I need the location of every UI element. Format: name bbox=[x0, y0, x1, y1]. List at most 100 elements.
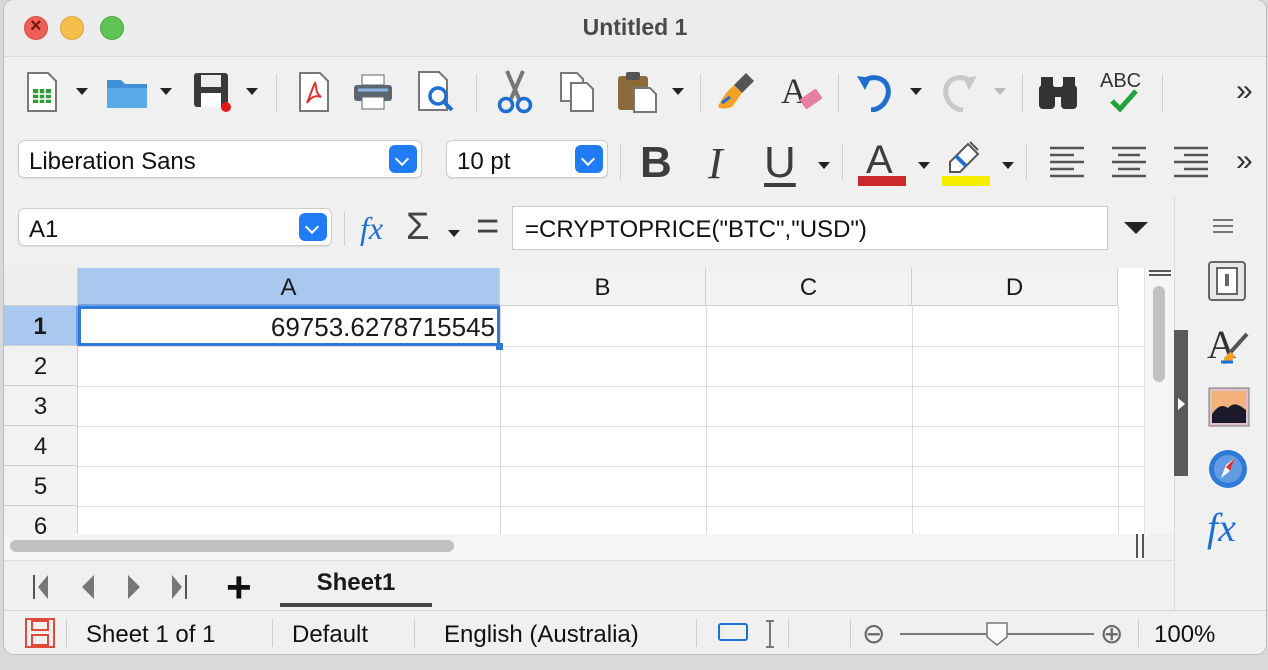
toolbar-overflow-button[interactable]: » bbox=[1236, 74, 1253, 108]
gallery-icon[interactable] bbox=[1207, 386, 1251, 433]
redo-icon[interactable] bbox=[936, 68, 982, 116]
zoom-slider-track[interactable] bbox=[900, 622, 1094, 646]
properties-icon[interactable] bbox=[1207, 260, 1247, 307]
vertical-scrollbar[interactable] bbox=[1144, 268, 1175, 534]
row-header-2[interactable]: 2 bbox=[4, 346, 78, 386]
last-sheet-icon[interactable] bbox=[170, 573, 188, 608]
toolbar-separator bbox=[276, 74, 277, 112]
find-replace-icon[interactable] bbox=[1034, 68, 1082, 116]
clear-formatting-icon[interactable]: A bbox=[778, 68, 824, 116]
chevron-down-icon[interactable] bbox=[299, 213, 327, 241]
row-header-5[interactable]: 5 bbox=[4, 466, 78, 506]
align-center-icon[interactable] bbox=[1110, 146, 1148, 185]
zoom-in-button[interactable]: ⊕ bbox=[1100, 617, 1123, 650]
paste-dropdown-arrow[interactable] bbox=[672, 88, 684, 95]
sidebar-collapse-handle[interactable] bbox=[1174, 330, 1188, 476]
new-dropdown-arrow[interactable] bbox=[76, 88, 88, 95]
sum-dropdown-arrow[interactable] bbox=[448, 230, 460, 237]
vertical-scroll-thumb[interactable] bbox=[1153, 286, 1165, 382]
font-color-button[interactable]: A bbox=[856, 138, 908, 186]
grid-line bbox=[912, 306, 913, 534]
select-all-corner[interactable] bbox=[4, 268, 78, 306]
save-dropdown-arrow[interactable] bbox=[246, 88, 258, 95]
toolbar-separator bbox=[700, 74, 701, 112]
row-header-4[interactable]: 4 bbox=[4, 426, 78, 466]
font-size-combobox[interactable]: 10 pt bbox=[446, 140, 608, 178]
sum-button[interactable]: Σ bbox=[406, 206, 430, 249]
chevron-down-icon[interactable] bbox=[575, 145, 603, 173]
first-sheet-icon[interactable] bbox=[32, 573, 50, 608]
print-preview-icon[interactable] bbox=[414, 68, 460, 116]
open-dropdown-arrow[interactable] bbox=[160, 88, 172, 95]
undo-icon[interactable] bbox=[852, 68, 898, 116]
open-folder-icon[interactable] bbox=[104, 68, 150, 116]
cell-a1[interactable]: 69753.6278715545 bbox=[78, 306, 500, 346]
align-left-icon[interactable] bbox=[1048, 146, 1086, 185]
italic-button[interactable]: I bbox=[708, 138, 723, 189]
formatting-overflow-button[interactable]: » bbox=[1236, 144, 1253, 178]
font-name-combobox[interactable]: Liberation Sans bbox=[18, 140, 422, 178]
horizontal-scroll-thumb[interactable] bbox=[10, 540, 454, 552]
function-wizard-button[interactable]: fx bbox=[360, 210, 383, 247]
export-pdf-icon[interactable] bbox=[294, 68, 334, 116]
spellcheck-icon[interactable]: ABC bbox=[1098, 68, 1150, 116]
clone-formatting-icon[interactable] bbox=[714, 68, 760, 116]
name-box[interactable]: A1 bbox=[18, 208, 332, 246]
split-handle[interactable] bbox=[1136, 534, 1144, 558]
sidebar-menu-icon[interactable] bbox=[1213, 218, 1233, 239]
underline-dropdown-arrow[interactable] bbox=[818, 162, 830, 169]
bold-button[interactable]: B bbox=[640, 138, 672, 188]
next-sheet-icon[interactable] bbox=[126, 573, 142, 608]
row-header-3[interactable]: 3 bbox=[4, 386, 78, 426]
document-modified-icon[interactable] bbox=[24, 617, 56, 654]
grid-line bbox=[1118, 306, 1119, 534]
new-spreadsheet-icon[interactable] bbox=[22, 68, 62, 116]
print-icon[interactable] bbox=[350, 68, 396, 116]
sheet-info[interactable]: Sheet 1 of 1 bbox=[86, 621, 215, 649]
copy-icon[interactable] bbox=[554, 68, 600, 116]
split-handle[interactable] bbox=[1149, 270, 1171, 276]
toolbar-separator bbox=[620, 144, 621, 180]
sheet-tab[interactable]: Sheet1 bbox=[280, 561, 432, 607]
save-icon[interactable] bbox=[190, 68, 236, 116]
column-header-d[interactable]: D bbox=[912, 268, 1118, 306]
column-header-b[interactable]: B bbox=[500, 268, 706, 306]
highlight-color-button[interactable] bbox=[940, 138, 992, 186]
row-header-1[interactable]: 1 bbox=[4, 306, 78, 346]
page-style[interactable]: Default bbox=[292, 621, 368, 649]
formula-equals-button[interactable]: = bbox=[476, 204, 499, 249]
toolbar-separator bbox=[476, 74, 477, 112]
highlight-dropdown-arrow[interactable] bbox=[1002, 162, 1014, 169]
zoom-slider-thumb[interactable] bbox=[986, 622, 1008, 646]
spreadsheet-grid[interactable]: A B C D 1 2 3 4 5 6 69753.6278715545 bbox=[4, 268, 1144, 534]
underline-button[interactable]: U bbox=[764, 138, 796, 188]
font-color-dropdown-arrow[interactable] bbox=[918, 162, 930, 169]
add-sheet-button[interactable]: + bbox=[226, 563, 252, 613]
language[interactable]: English (Australia) bbox=[444, 621, 639, 649]
paste-icon[interactable] bbox=[614, 68, 660, 116]
styles-icon[interactable]: A bbox=[1207, 322, 1251, 373]
cut-icon[interactable] bbox=[492, 68, 538, 116]
expand-formula-bar-button[interactable] bbox=[1124, 222, 1148, 234]
align-right-icon[interactable] bbox=[1172, 146, 1210, 185]
selection-mode-icon[interactable] bbox=[718, 623, 748, 641]
column-header-c[interactable]: C bbox=[706, 268, 912, 306]
redo-dropdown-arrow[interactable] bbox=[994, 88, 1006, 95]
formula-input-value: =CRYPTOPRICE("BTC","USD") bbox=[525, 216, 867, 243]
navigator-icon[interactable] bbox=[1207, 448, 1249, 495]
grid-line bbox=[78, 426, 1144, 427]
previous-sheet-icon[interactable] bbox=[80, 573, 96, 608]
functions-icon[interactable]: fx bbox=[1207, 504, 1236, 551]
status-separator bbox=[1138, 619, 1139, 647]
undo-dropdown-arrow[interactable] bbox=[910, 88, 922, 95]
column-header-a[interactable]: A bbox=[78, 268, 500, 306]
zoom-level[interactable]: 100% bbox=[1154, 621, 1215, 649]
zoom-out-button[interactable]: ⊖ bbox=[862, 617, 885, 650]
app-window: Untitled 1 bbox=[4, 0, 1266, 654]
horizontal-scrollbar[interactable] bbox=[4, 534, 1144, 560]
row-header-6[interactable]: 6 bbox=[4, 506, 78, 534]
fill-handle[interactable] bbox=[496, 343, 503, 350]
chevron-down-icon[interactable] bbox=[389, 145, 417, 173]
formula-input[interactable]: =CRYPTOPRICE("BTC","USD") bbox=[512, 206, 1108, 250]
status-separator bbox=[66, 619, 67, 647]
